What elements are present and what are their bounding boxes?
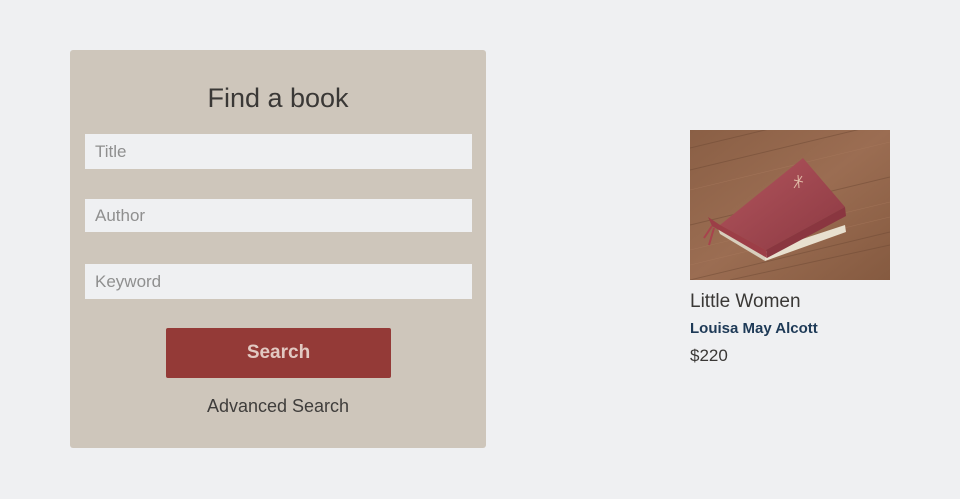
book-title[interactable]: Little Women [690, 290, 890, 314]
book-price: $220 [690, 346, 728, 365]
title-input[interactable] [85, 134, 472, 169]
book-author[interactable]: Louisa May Alcott [690, 319, 890, 339]
author-input[interactable] [85, 199, 472, 232]
search-button[interactable]: Search [166, 328, 391, 378]
panel-heading: Find a book [207, 83, 349, 113]
page: Find a book Search Advanced Search [0, 0, 960, 499]
keyword-input[interactable] [85, 264, 472, 299]
book-card[interactable]: Little Women Louisa May Alcott $220 [690, 130, 890, 367]
advanced-search-link[interactable]: Advanced Search [70, 396, 486, 417]
book-cover-image[interactable] [690, 130, 890, 280]
find-book-panel: Find a book Search Advanced Search [70, 50, 486, 448]
